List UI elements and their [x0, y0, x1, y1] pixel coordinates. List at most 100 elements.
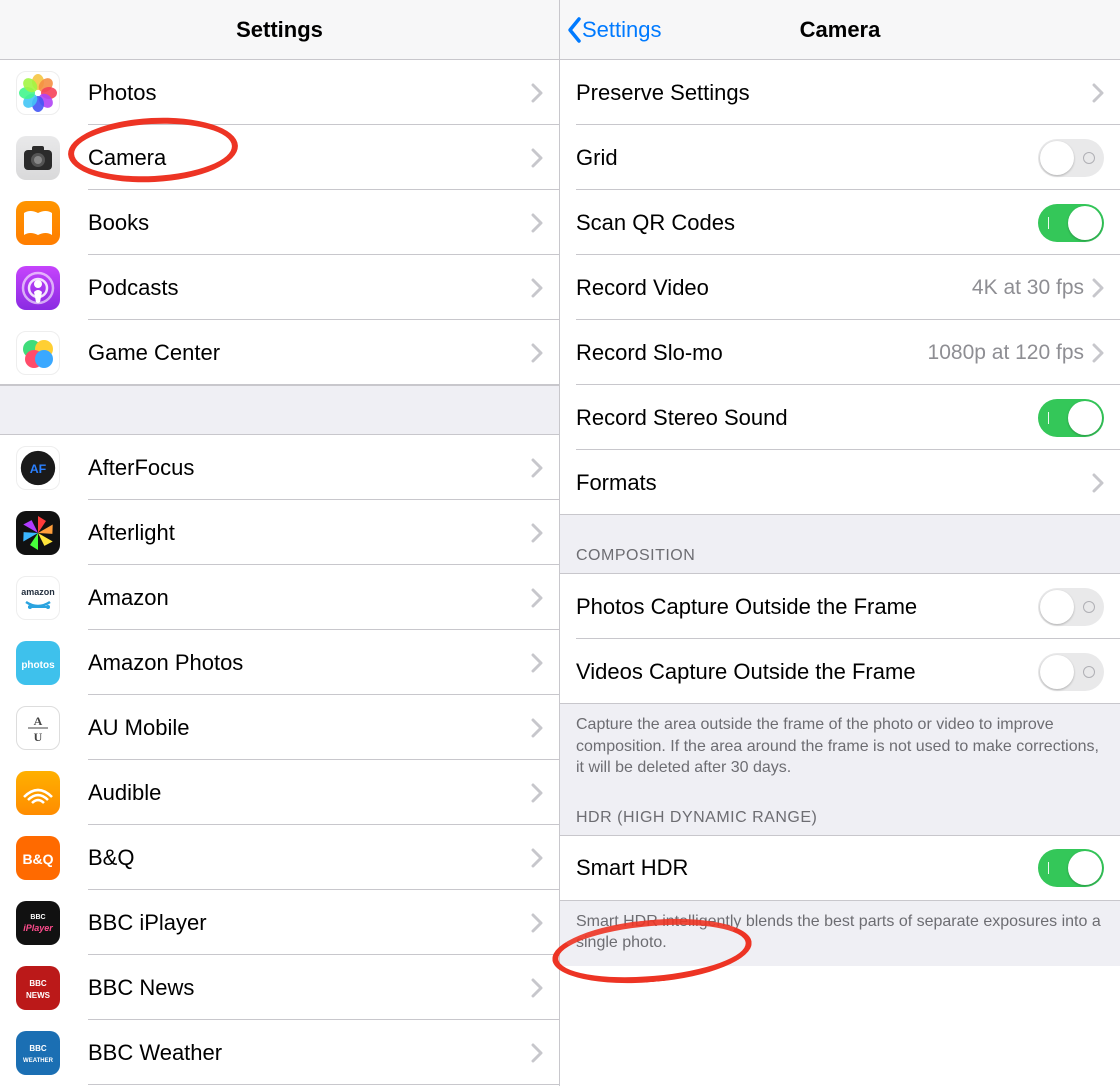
settings-row-camera[interactable]: Camera: [0, 125, 559, 190]
chevron-right-icon: [531, 653, 543, 673]
chevron-right-icon: [1092, 83, 1104, 103]
settings-title: Settings: [236, 17, 323, 43]
bbciplayer-icon: BBC iPlayer: [16, 901, 60, 945]
settings-row-bbciplayer[interactable]: BBCiPlayerBBC iPlayer: [0, 890, 559, 955]
row-label: BBC Weather: [88, 1040, 531, 1066]
svg-text:photos: photos: [21, 660, 55, 671]
settings-group-apps: AF AfterFocus Afterlight amazon Amazon photos…: [0, 435, 559, 1085]
row-label: Camera: [88, 145, 531, 171]
row-videos-outside-frame: Videos Capture Outside the Frame: [560, 639, 1120, 704]
svg-text:amazon: amazon: [21, 587, 55, 597]
settings-row-bq[interactable]: B&Q B&Q: [0, 825, 559, 890]
row-label: Afterlight: [88, 520, 531, 546]
settings-row-amazon[interactable]: amazon Amazon: [0, 565, 559, 630]
chevron-right-icon: [531, 588, 543, 608]
svg-text:A: A: [34, 714, 43, 728]
camera-icon: [16, 136, 60, 180]
audible-icon: [16, 771, 60, 815]
row-record-stereo-sound: Record Stereo Sound: [560, 385, 1120, 450]
chevron-right-icon: [531, 213, 543, 233]
row-formats[interactable]: Formats: [560, 450, 1120, 515]
svg-text:BBC: BBC: [29, 1044, 47, 1053]
books-icon: [16, 201, 60, 245]
row-label: AfterFocus: [88, 455, 531, 481]
svg-text:WEATHER: WEATHER: [23, 1058, 54, 1064]
svg-text:BBC: BBC: [29, 979, 47, 988]
settings-row-afterfocus[interactable]: AF AfterFocus: [0, 435, 559, 500]
settings-row-bbcnews[interactable]: BBC NEWS BBC News: [0, 955, 559, 1020]
row-label: Amazon: [88, 585, 531, 611]
row-record-video[interactable]: Record Video 4K at 30 fps: [560, 255, 1120, 320]
row-label: AU Mobile: [88, 715, 531, 741]
row-label: Record Stereo Sound: [576, 405, 1038, 431]
toggle-photos-outside[interactable]: [1038, 588, 1104, 626]
svg-text:NEWS: NEWS: [26, 991, 51, 1000]
back-button[interactable]: Settings: [566, 0, 662, 59]
row-label: Record Video: [576, 275, 972, 301]
row-label: Podcasts: [88, 275, 531, 301]
afterlight-icon: [16, 511, 60, 555]
row-label: Audible: [88, 780, 531, 806]
svg-text:iPlayer: iPlayer: [23, 923, 53, 933]
settings-screen: Settings Photos Camera Books Podcasts Game C…: [0, 0, 560, 1086]
camera-header: Settings Camera: [560, 0, 1120, 60]
camera-title: Camera: [800, 17, 881, 43]
svg-text:AF: AF: [30, 461, 47, 475]
section-header-composition: COMPOSITION: [560, 515, 1120, 574]
amazon-icon: amazon: [16, 576, 60, 620]
chevron-right-icon: [531, 913, 543, 933]
row-label: Books: [88, 210, 531, 236]
settings-row-afterlight[interactable]: Afterlight: [0, 500, 559, 565]
chevron-right-icon: [1092, 343, 1104, 363]
settings-row-podcasts[interactable]: Podcasts: [0, 255, 559, 320]
section-footer-composition: Capture the area outside the frame of th…: [560, 704, 1120, 791]
amazonphotos-icon: photos: [16, 641, 60, 685]
chevron-right-icon: [1092, 473, 1104, 493]
row-record-slo-mo[interactable]: Record Slo-mo 1080p at 120 fps: [560, 320, 1120, 385]
toggle-grid[interactable]: [1038, 139, 1104, 177]
toggle-scan-qr[interactable]: [1038, 204, 1104, 242]
row-label: Photos: [88, 80, 531, 106]
section-footer-hdr: Smart HDR intelligently blends the best …: [560, 901, 1120, 966]
row-label: BBC iPlayer: [88, 910, 531, 936]
svg-text:BBC: BBC: [30, 914, 45, 921]
settings-row-aumobile[interactable]: AU AU Mobile: [0, 695, 559, 760]
toggle-smart-hdr[interactable]: [1038, 849, 1104, 887]
row-label: Amazon Photos: [88, 650, 531, 676]
afterfocus-icon: AF: [16, 446, 60, 490]
svg-text:B&Q: B&Q: [22, 851, 53, 867]
settings-row-audible[interactable]: Audible: [0, 760, 559, 825]
podcasts-icon: [16, 266, 60, 310]
settings-row-books[interactable]: Books: [0, 190, 559, 255]
settings-row-bbcweather[interactable]: BBC WEATHER BBC Weather: [0, 1020, 559, 1085]
back-label: Settings: [582, 17, 662, 43]
row-detail: 1080p at 120 fps: [928, 341, 1084, 365]
row-label: Formats: [576, 470, 1092, 496]
settings-header: Settings: [0, 0, 559, 60]
chevron-right-icon: [531, 148, 543, 168]
bq-icon: B&Q: [16, 836, 60, 880]
settings-row-gamecenter[interactable]: Game Center: [0, 320, 559, 385]
camera-screen: Settings Camera Preserve Settings Grid S…: [560, 0, 1120, 1086]
row-grid: Grid: [560, 125, 1120, 190]
row-label: Videos Capture Outside the Frame: [576, 659, 1038, 685]
chevron-right-icon: [1092, 278, 1104, 298]
chevron-right-icon: [531, 978, 543, 998]
row-smart-hdr: Smart HDR: [560, 836, 1120, 901]
settings-row-photos[interactable]: Photos: [0, 60, 559, 125]
chevron-right-icon: [531, 83, 543, 103]
toggle-videos-outside[interactable]: [1038, 653, 1104, 691]
toggle-stereo[interactable]: [1038, 399, 1104, 437]
row-label: Photos Capture Outside the Frame: [576, 594, 1038, 620]
row-label: BBC News: [88, 975, 531, 1001]
chevron-right-icon: [531, 278, 543, 298]
aumobile-icon: AU: [16, 706, 60, 750]
row-scan-qr-codes: Scan QR Codes: [560, 190, 1120, 255]
row-label: Game Center: [88, 340, 531, 366]
gamecenter-icon: [16, 331, 60, 375]
row-label: B&Q: [88, 845, 531, 871]
chevron-right-icon: [531, 1043, 543, 1063]
row-preserve-settings[interactable]: Preserve Settings: [560, 60, 1120, 125]
bbcnews-icon: BBC NEWS: [16, 966, 60, 1010]
settings-row-amazonphotos[interactable]: photos Amazon Photos: [0, 630, 559, 695]
